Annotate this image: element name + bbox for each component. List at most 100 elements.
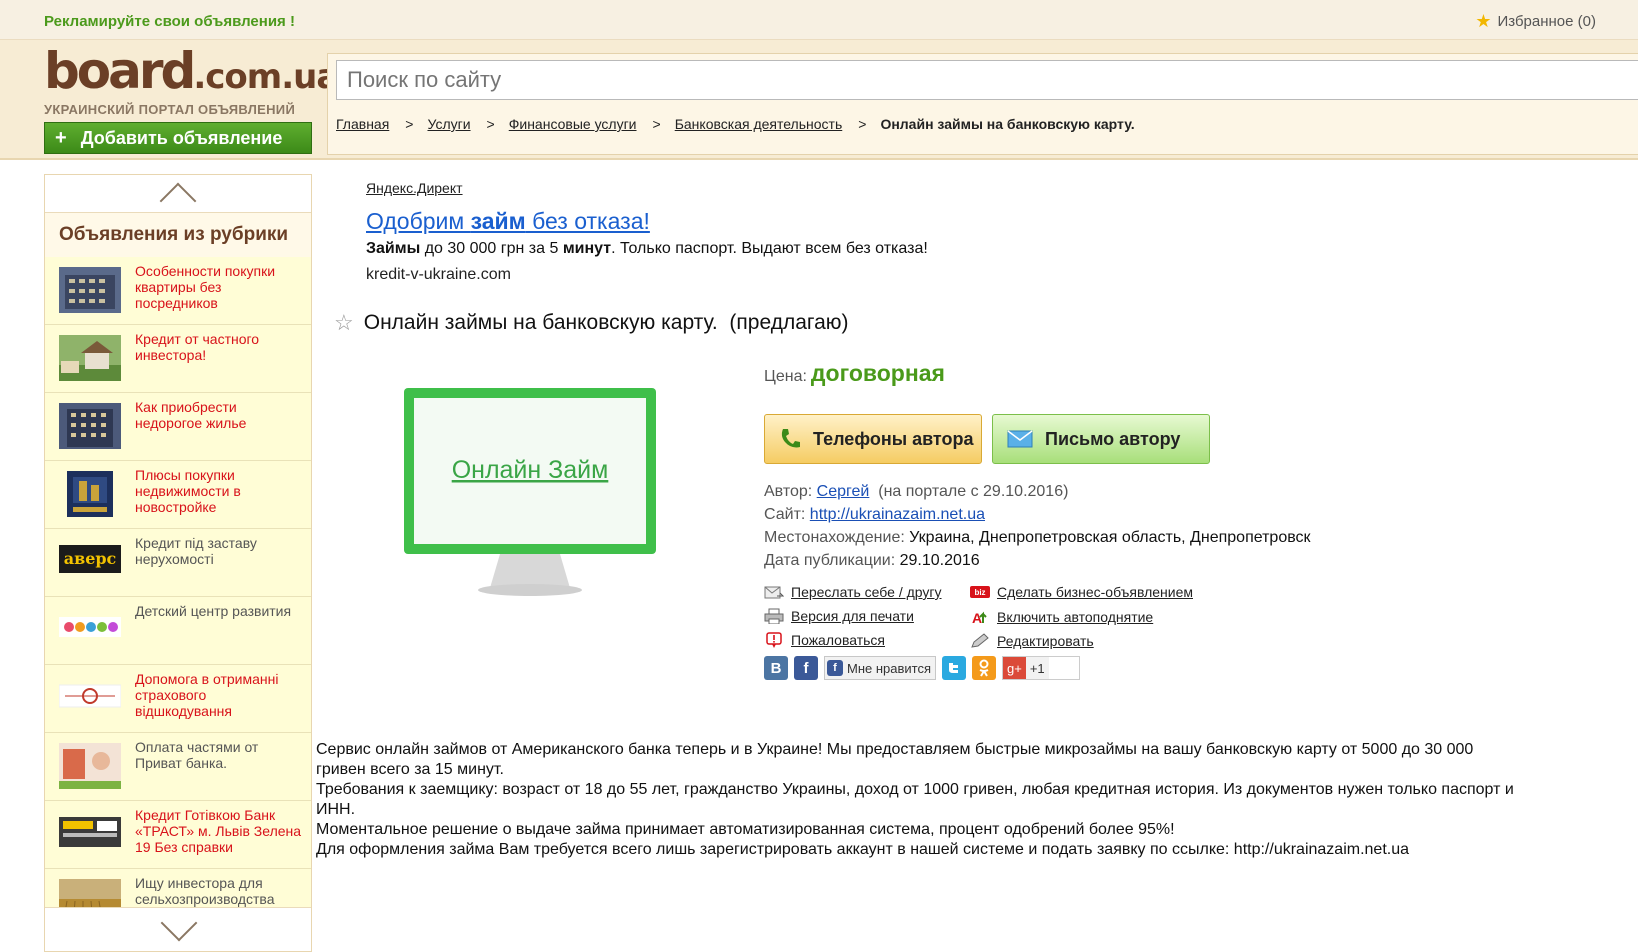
sidebar-item-label: Оплата частями от Приват банка. xyxy=(135,739,259,771)
ad-title-post: без отказа! xyxy=(525,208,650,234)
favorites-label: Избранное (0) xyxy=(1497,13,1596,30)
search-input[interactable] xyxy=(336,60,1638,100)
site-link[interactable]: http://ukrainazaim.net.ua xyxy=(810,506,985,523)
print-action[interactable]: Версия для печати xyxy=(764,608,914,624)
forward-action[interactable]: Переслать себе / другу xyxy=(764,584,942,600)
logo-tagline: УКРАИНСКИЙ ПОРТАЛ ОБЪЯВЛЕНИЙ xyxy=(44,102,296,117)
privat-thumbnail xyxy=(59,743,121,789)
search-panel: Главная > Услуги > Финансовые услуги > Б… xyxy=(327,53,1638,155)
autoup-action[interactable]: A Включить автоподнятие xyxy=(970,609,1153,625)
description-line: Требования к заемщику: возраст от 18 до … xyxy=(316,781,1514,818)
sidebar-item-label: Плюсы покупки недвижимости в новостройке xyxy=(135,467,241,515)
pencil-icon xyxy=(971,633,989,648)
logo[interactable]: board.com.ua УКРАИНСКИЙ ПОРТАЛ ОБЪЯВЛЕНИ… xyxy=(44,42,339,117)
scroll-up-button[interactable] xyxy=(45,175,311,219)
main-content: Яндекс.Директ Одобрим займ без отказа! З… xyxy=(316,174,1628,952)
advertise-link[interactable]: Рекламируйте свои объявления ! xyxy=(44,13,295,30)
warning-icon xyxy=(766,632,782,648)
twitter-share-button[interactable] xyxy=(942,656,967,680)
sidebar-list: Особенности покупки квартиры без посредн… xyxy=(45,257,311,937)
post-title-row: ☆ Онлайн займы на банковскую карту. (пре… xyxy=(334,310,849,336)
breadcrumb-services[interactable]: Услуги xyxy=(427,116,470,132)
sidebar-item[interactable]: Оплата частями от Приват банка. xyxy=(45,733,311,801)
newbuild-thumbnail xyxy=(67,471,113,517)
breadcrumb-current: Онлайн займы на банковскую карту. xyxy=(880,116,1135,132)
author-link[interactable]: Сергей xyxy=(817,483,870,500)
ad-title-pre: Одобрим xyxy=(366,208,471,234)
breadcrumb-separator: > xyxy=(486,116,495,132)
forward-mail-icon xyxy=(764,586,784,599)
author-label: Автор: xyxy=(764,483,813,500)
edit-action[interactable]: Редактировать xyxy=(970,633,1094,649)
mail-author-button[interactable]: Письмо автору xyxy=(992,414,1210,464)
sidebar-item-label: Кредит от частного инвестора! xyxy=(135,331,260,363)
house-thumbnail xyxy=(59,335,121,381)
breadcrumb-finance[interactable]: Финансовые услуги xyxy=(509,116,637,132)
sidebar-item[interactable]: Особенности покупки квартиры без посредн… xyxy=(45,257,311,325)
google-plus-button[interactable]: g+ +1 xyxy=(1002,656,1080,680)
scroll-down-button[interactable] xyxy=(45,904,311,951)
sidebar-item[interactable]: Как приобрести недорогое жилье xyxy=(45,393,311,461)
envelope-icon xyxy=(1007,430,1033,448)
breadcrumb-home[interactable]: Главная xyxy=(336,116,389,132)
description-line: Моментальное решение о выдаче займа прин… xyxy=(316,821,1175,838)
sidebar-item[interactable]: аверс Кредит під заставу нерухомості xyxy=(45,529,311,597)
vk-share-button[interactable]: В xyxy=(764,656,788,680)
sidebar-item-label: Кредит під заставу нерухомості xyxy=(135,535,257,567)
ad-text-part-2: . Только паспорт. Выдают всем без отказа… xyxy=(611,240,928,257)
social-share: В f f Мне нравится g+ +1 xyxy=(764,656,1080,680)
google-plus-counter xyxy=(1048,657,1079,679)
post-image[interactable]: Онлайн Займ xyxy=(400,374,660,614)
favorites-link[interactable]: ★ Избранное (0) xyxy=(1475,11,1596,31)
post-title: Онлайн займы на банковскую карту. (предл… xyxy=(363,311,849,334)
edit-label: Редактировать xyxy=(997,633,1094,649)
complain-label: Пожаловаться xyxy=(791,632,886,648)
breadcrumb-separator: > xyxy=(405,116,414,132)
star-icon: ★ xyxy=(1475,11,1492,31)
facebook-like-button[interactable]: f Мне нравится xyxy=(824,656,937,680)
add-listing-button[interactable]: + Добавить объявление xyxy=(44,122,312,154)
autoup-icon: A xyxy=(972,610,987,625)
logo-main: board xyxy=(44,42,196,100)
ad-url[interactable]: kredit-v-ukraine.com xyxy=(366,266,511,284)
sidebar-item[interactable]: Допомога в отриманні страхового відшкоду… xyxy=(45,665,311,733)
bank-trust-thumbnail xyxy=(59,817,121,847)
add-listing-label: Добавить объявление xyxy=(80,127,283,148)
twitter-icon xyxy=(949,663,959,673)
header: board.com.ua УКРАИНСКИЙ ПОРТАЛ ОБЪЯВЛЕНИ… xyxy=(0,40,1638,160)
author-row: Автор: Сергей (на портале с 29.10.2016) xyxy=(764,480,1311,503)
phone-author-button[interactable]: Телефоны автора xyxy=(764,414,982,464)
ad-text-bold-2: минут xyxy=(562,240,612,257)
ad-title-link[interactable]: Одобрим займ без отказа! xyxy=(366,208,650,235)
post-description: Сервис онлайн займов от Американского ба… xyxy=(316,740,1516,860)
sidebar-item[interactable]: Плюсы покупки недвижимости в новостройке xyxy=(45,461,311,529)
complain-action[interactable]: Пожаловаться xyxy=(764,632,885,648)
favorite-star-icon[interactable]: ☆ xyxy=(334,310,354,336)
mail-author-label: Письмо автору xyxy=(1045,428,1181,449)
sidebar-item-label: Кредит Готівкою Банк «ТРАСТ» м. Львів Зе… xyxy=(135,807,302,855)
sidebar-item-label: Детский центр развития xyxy=(135,603,292,619)
business-label: Сделать бизнес-объявлением xyxy=(997,584,1193,600)
breadcrumb-banking[interactable]: Банковская деятельность xyxy=(675,116,843,132)
location-value: Украина, Днепропетровская область, Днепр… xyxy=(909,529,1311,546)
sidebar-item[interactable]: Кредит Готівкою Банк «ТРАСТ» м. Львів Зе… xyxy=(45,801,311,869)
facebook-share-button[interactable]: f xyxy=(794,656,818,680)
sidebar-title: Объявления из рубрики xyxy=(59,224,289,245)
sidebar-item[interactable]: Кредит от частного инвестора! xyxy=(45,325,311,393)
yandex-direct-label[interactable]: Яндекс.Директ xyxy=(366,180,463,196)
description-line: Сервис онлайн займов от Американского ба… xyxy=(316,741,1474,778)
breadcrumb-separator: > xyxy=(858,116,867,132)
post-image-text: Онлайн Займ xyxy=(452,456,609,484)
building-thumbnail xyxy=(59,403,121,449)
building-thumbnail xyxy=(59,267,121,313)
post-meta: Автор: Сергей (на портале с 29.10.2016) … xyxy=(764,480,1311,572)
date-row: Дата публикации: 29.10.2016 xyxy=(764,549,1311,572)
location-label: Местонахождение: xyxy=(764,529,905,546)
sidebar-item[interactable]: Детский центр развития xyxy=(45,597,311,665)
facebook-icon: f xyxy=(827,660,843,676)
odnoklassniki-share-button[interactable] xyxy=(972,656,997,680)
business-action[interactable]: biz Сделать бизнес-объявлением xyxy=(970,584,1193,600)
sidebar-item-label: Особенности покупки квартиры без посредн… xyxy=(135,263,276,311)
site-row: Сайт: http://ukrainazaim.net.ua xyxy=(764,503,1311,526)
breadcrumb-separator: > xyxy=(652,116,661,132)
